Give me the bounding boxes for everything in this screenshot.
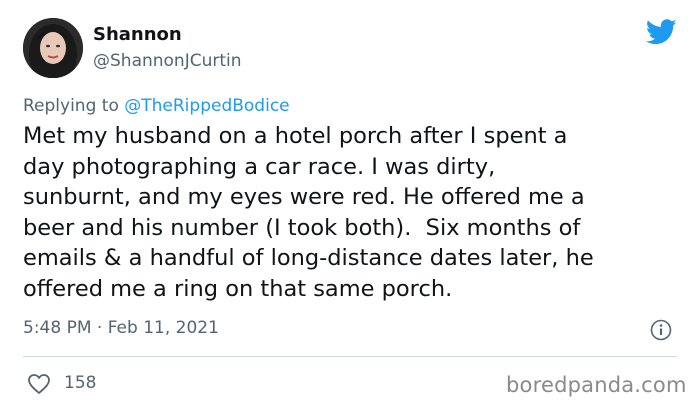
tweet-card: Shannon @ShannonJCurtin Replying to @The… [0, 0, 700, 410]
replying-prefix: Replying to [23, 96, 125, 116]
like-count: 158 [64, 373, 97, 393]
tweet-timestamp[interactable]: 5:48 PM · Feb 11, 2021 [23, 318, 219, 338]
reply-mention-link[interactable]: @TheRippedBodice [124, 96, 289, 116]
avatar[interactable] [23, 18, 83, 78]
divider [23, 356, 677, 357]
info-icon[interactable] [650, 319, 672, 341]
author-handle[interactable]: @ShannonJCurtin [93, 51, 242, 71]
twitter-bird-icon[interactable] [646, 19, 677, 45]
author-name[interactable]: Shannon [93, 24, 182, 45]
replying-to: Replying to @TheRippedBodice [23, 96, 290, 116]
tweet-text: Met my husband on a hotel porch after I … [23, 123, 594, 302]
watermark: boredpanda.com [506, 373, 687, 397]
heart-icon[interactable] [27, 373, 51, 395]
